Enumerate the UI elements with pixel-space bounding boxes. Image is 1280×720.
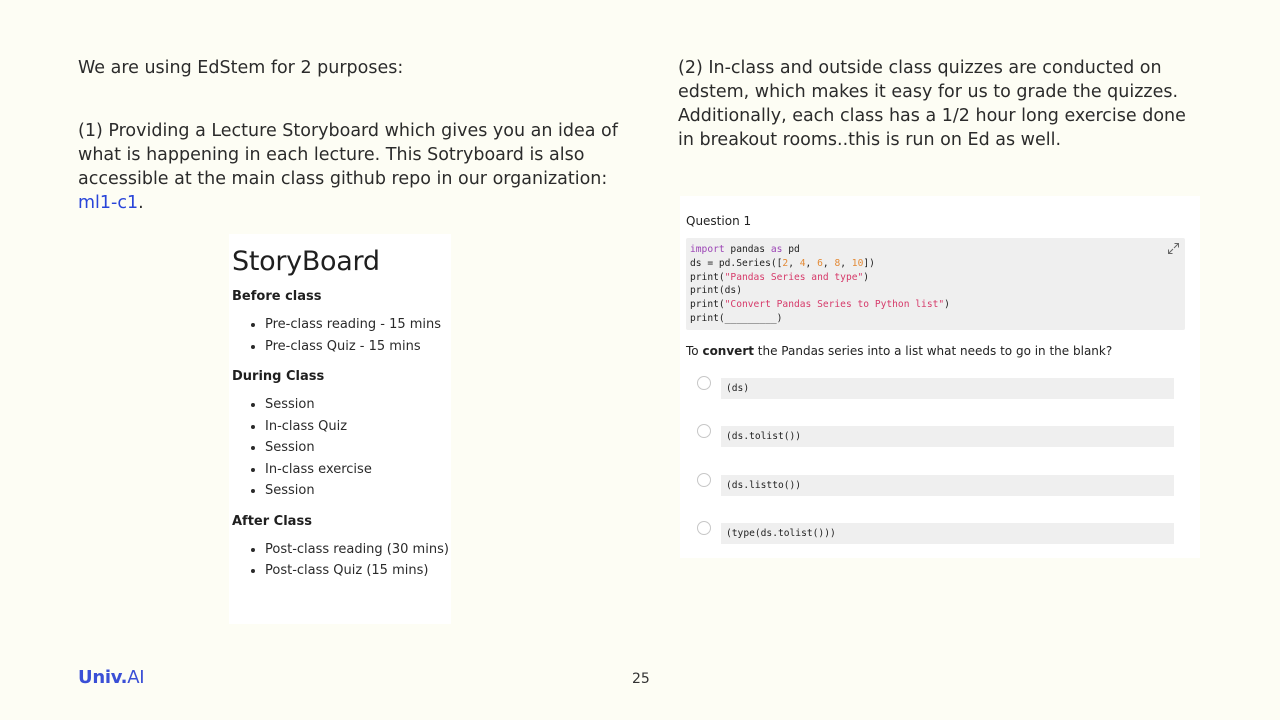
list-item: Session [265, 437, 451, 459]
list-item: In-class Quiz [265, 416, 451, 438]
code-number: 10 [851, 257, 864, 269]
option-code[interactable]: (type(ds.tolist())) [721, 523, 1174, 545]
question-text-post: the Pandas series into a list what needs… [753, 343, 1113, 358]
code-text: ]) [863, 257, 875, 269]
list-item: Session [265, 394, 451, 416]
before-class-list: Pre-class reading - 15 mins Pre-class Qu… [232, 314, 451, 357]
storyboard-title: StoryBoard [232, 246, 380, 277]
purpose-two-text: (2) In-class and outside class quizzes a… [678, 58, 1186, 150]
after-class-list: Post-class reading (30 mins) Post-class … [232, 539, 451, 582]
radio-button[interactable] [697, 472, 711, 487]
code-text: ds = pd.Series([ [690, 257, 783, 269]
code-text: print(ds) [690, 285, 742, 297]
option-code[interactable]: (ds.listto()) [721, 474, 1174, 496]
code-sep: , [788, 257, 800, 269]
code-text: pd [782, 244, 800, 255]
purpose-one-body: (1) Providing a Lecture Storyboard which… [78, 121, 618, 189]
list-item: Session [265, 480, 451, 502]
during-class-list: Session In-class Quiz Session In-class e… [232, 394, 451, 502]
answer-option[interactable]: (type(ds.tolist())) [697, 521, 1186, 570]
answer-option[interactable]: (ds.listto()) [697, 472, 1186, 522]
page-number: 25 [632, 671, 650, 687]
answer-option[interactable]: (ds) [697, 375, 1186, 425]
radio-button[interactable] [697, 521, 711, 536]
code-string: "Convert Pandas Series to Python list" [724, 299, 945, 311]
code-sep: , [822, 257, 835, 269]
radio-button[interactable] [697, 375, 711, 390]
code-text: print( [690, 299, 725, 311]
list-item: Pre-class Quiz - 15 mins [265, 336, 451, 358]
code-text: print( [690, 271, 725, 283]
logo-main: Univ. [78, 667, 128, 688]
quiz-card: Question 1 import pandas as pd ds = pd.S… [680, 196, 1200, 558]
question-text: To convert the Pandas series into a list… [686, 344, 1186, 358]
purpose-one-end: . [138, 193, 144, 213]
code-text: print(_________) [690, 312, 783, 324]
section-heading-before: Before class [232, 289, 322, 304]
section-heading-during: During Class [232, 369, 325, 384]
intro-text: We are using EdStem for 2 purposes: [78, 58, 404, 78]
logo-ai: AI [127, 667, 145, 688]
code-sep: , [805, 257, 818, 269]
code-keyword: as [770, 244, 783, 255]
code-text: ) [863, 271, 870, 283]
section-heading-after: After Class [232, 513, 312, 529]
expand-icon[interactable] [1168, 243, 1179, 254]
code-block: import pandas as pd ds = pd.Series([2, 4… [686, 238, 1185, 330]
question-text-pre: To [686, 343, 703, 358]
list-item: Pre-class reading - 15 mins [265, 314, 451, 336]
radio-button[interactable] [697, 424, 711, 439]
code-sep: , [840, 257, 852, 269]
repo-link[interactable]: ml1-c1 [78, 193, 138, 213]
purpose-one-text: (1) Providing a Lecture Storyboard which… [78, 119, 618, 215]
question-text-bold: convert [702, 343, 754, 358]
storyboard-card: StoryBoard Before class Pre-class readin… [229, 234, 451, 624]
code-string: "Pandas Series and type" [724, 271, 864, 283]
option-code[interactable]: (ds) [721, 377, 1174, 399]
list-item: Post-class Quiz (15 mins) [265, 560, 451, 582]
answer-option[interactable]: (ds.tolist()) [697, 424, 1186, 473]
code-text: pandas [724, 244, 771, 255]
list-item: Post-class reading (30 mins) [265, 539, 451, 561]
univai-logo: Univ.AI [78, 667, 145, 688]
option-code[interactable]: (ds.tolist()) [721, 426, 1174, 448]
question-title: Question 1 [686, 214, 752, 228]
list-item: In-class exercise [265, 459, 451, 481]
code-text: ) [944, 299, 950, 311]
code-keyword: import [690, 244, 725, 255]
